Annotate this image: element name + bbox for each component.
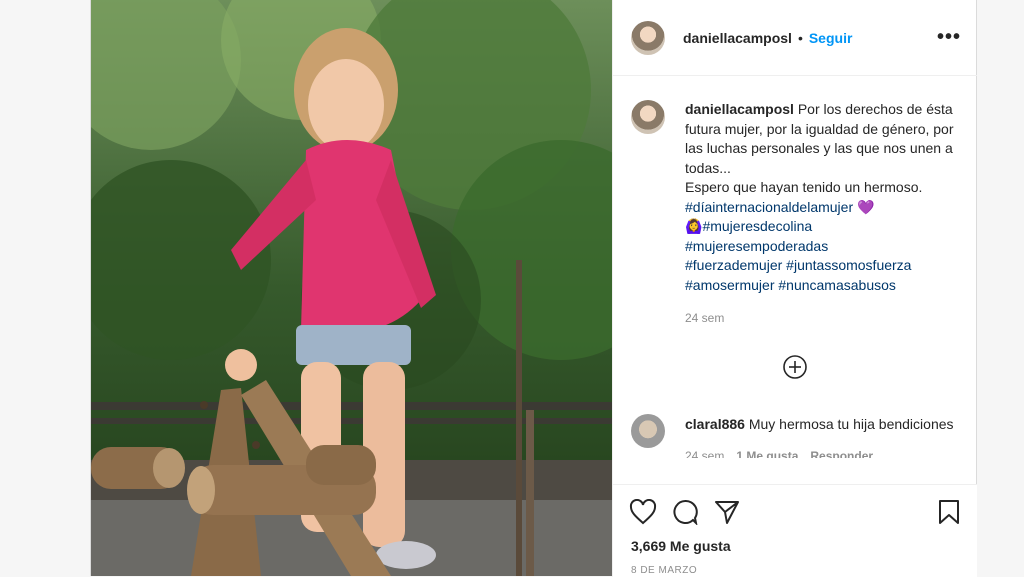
follow-button[interactable]: Seguir (809, 30, 853, 46)
post-image (91, 0, 612, 576)
reply-button[interactable]: Responder (810, 446, 873, 458)
comment-text: claral886 Muy hermosa tu hija bendicione… (685, 414, 954, 458)
caption-avatar[interactable] (631, 100, 665, 134)
woman-gesturing-emoji: 🙆‍♀️ (685, 218, 703, 234)
commenter-avatar[interactable] (631, 414, 665, 448)
author-username[interactable]: daniellacamposl (683, 30, 792, 46)
comment-icon[interactable] (671, 499, 699, 525)
comment-likes[interactable]: 1 Me gusta (736, 446, 798, 458)
likes-count[interactable]: 3,669 Me gusta (631, 538, 731, 554)
add-circle-icon[interactable] (783, 355, 807, 379)
more-options-icon[interactable]: ••• (937, 26, 961, 49)
separator-dot: • (797, 29, 803, 46)
comment-body: Muy hermosa tu hija bendiciones (748, 416, 954, 432)
hashtag[interactable]: #mujeresdecolina (702, 218, 812, 234)
instagram-post: daniellacamposl • Seguir ••• daniellacam… (90, 0, 977, 577)
hashtag[interactable]: #amosermujer (685, 277, 774, 293)
commenter-username[interactable]: claral886 (685, 416, 745, 432)
hashtag[interactable]: #díainternacionaldelamujer (685, 199, 853, 215)
hashtag[interactable]: #juntassomosfuerza (786, 257, 911, 273)
hashtag[interactable]: #nuncamasabusos (778, 277, 896, 293)
post-sidebar: daniellacamposl • Seguir ••• daniellacam… (612, 0, 977, 577)
caption-username[interactable]: daniellacamposl (685, 101, 794, 117)
hashtag[interactable]: #mujeresempoderadas (685, 238, 828, 254)
action-icons (629, 499, 741, 525)
comment-meta: 24 sem 1 Me gusta Responder (685, 446, 954, 458)
caption-time[interactable]: 24 sem (685, 309, 961, 329)
post-photo[interactable] (91, 0, 612, 576)
caption-text: daniellacamposl Por los derechos de ésta… (685, 100, 961, 329)
purple-heart-emoji: 💜 (857, 198, 875, 215)
post-caption: daniellacamposl Por los derechos de ésta… (631, 100, 961, 329)
post-actions: 3,669 Me gusta 8 DE MARZO (613, 484, 977, 577)
comment-time[interactable]: 24 sem (685, 446, 724, 458)
author-avatar[interactable] (631, 20, 665, 55)
heart-icon[interactable] (629, 499, 657, 525)
share-icon[interactable] (713, 499, 741, 525)
caption-body-2: Espero que hayan tenido un hermoso. (685, 179, 923, 195)
hashtag[interactable]: #fuerzademujer (685, 257, 782, 273)
comment-item: claral886 Muy hermosa tu hija bendicione… (631, 414, 961, 458)
bookmark-icon[interactable] (937, 499, 961, 525)
post-date[interactable]: 8 DE MARZO (631, 565, 697, 576)
post-header: daniellacamposl • Seguir ••• (613, 0, 977, 76)
